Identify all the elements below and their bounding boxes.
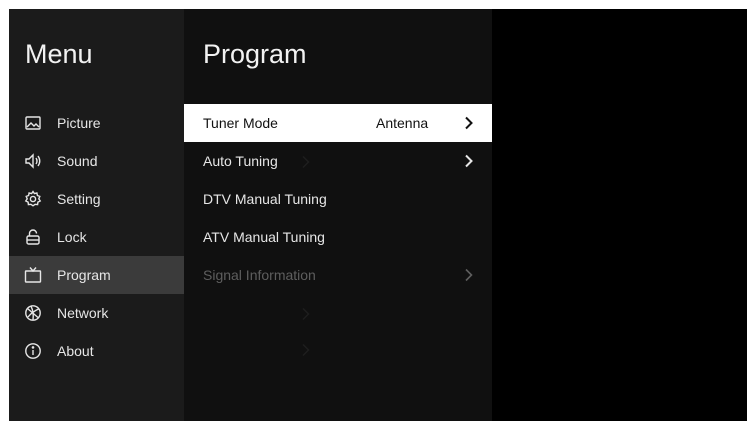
menu-item-label: Program xyxy=(57,267,111,283)
menu-title: Menu xyxy=(25,39,93,69)
menu-item-lock[interactable]: Lock xyxy=(9,218,184,256)
program-title: Program xyxy=(203,39,307,69)
menu-item-program[interactable]: Program xyxy=(9,256,184,294)
tuner-mode-label: Tuner Mode xyxy=(203,115,278,131)
dtv-manual-tuning-item[interactable]: DTV Manual Tuning xyxy=(184,180,492,218)
atv-manual-tuning-item[interactable]: ATV Manual Tuning xyxy=(184,218,492,256)
menu-item-sound[interactable]: Sound xyxy=(9,142,184,180)
menu-panel: Menu Picture Sound Setting Lock Program … xyxy=(9,9,184,421)
tuner-mode-item[interactable]: Tuner Mode Antenna xyxy=(184,104,492,142)
menu-item-picture[interactable]: Picture xyxy=(9,104,184,142)
dtv-manual-tuning-label: DTV Manual Tuning xyxy=(203,191,327,207)
menu-list: Picture Sound Setting Lock Program Netwo… xyxy=(9,104,184,370)
tv-screen: Menu Picture Sound Setting Lock Program … xyxy=(9,9,747,421)
picture-icon xyxy=(23,113,43,133)
network-icon xyxy=(23,303,43,323)
gear-icon xyxy=(23,189,43,209)
info-icon xyxy=(23,341,43,361)
menu-item-label: Lock xyxy=(57,229,87,245)
chevron-right-icon xyxy=(462,154,476,168)
lock-icon xyxy=(23,227,43,247)
signal-information-label: Signal Information xyxy=(203,267,316,283)
auto-tuning-item[interactable]: Auto Tuning xyxy=(184,142,492,180)
program-list: Tuner Mode Antenna Auto Tuning DTV Manua… xyxy=(184,104,492,294)
menu-item-about[interactable]: About xyxy=(9,332,184,370)
menu-item-label: About xyxy=(57,343,94,359)
chevron-right-icon xyxy=(462,268,476,282)
signal-information-item: Signal Information xyxy=(184,256,492,294)
menu-item-label: Sound xyxy=(57,153,98,169)
sound-icon xyxy=(23,151,43,171)
tuner-mode-value: Antenna xyxy=(376,115,429,131)
tv-icon xyxy=(23,265,43,285)
ghost-chevron-icon xyxy=(302,344,310,356)
ghost-chevron-icon xyxy=(302,308,310,320)
menu-item-label: Setting xyxy=(57,191,101,207)
program-panel: Program Tuner Mode Antenna Auto Tuning D… xyxy=(184,9,492,421)
auto-tuning-label: Auto Tuning xyxy=(203,153,278,169)
menu-item-label: Network xyxy=(57,305,109,321)
chevron-right-icon xyxy=(462,116,476,130)
menu-item-setting[interactable]: Setting xyxy=(9,180,184,218)
atv-manual-tuning-label: ATV Manual Tuning xyxy=(203,229,325,245)
ghost-chevron-icon xyxy=(302,156,310,168)
menu-item-label: Picture xyxy=(57,115,101,131)
menu-item-network[interactable]: Network xyxy=(9,294,184,332)
